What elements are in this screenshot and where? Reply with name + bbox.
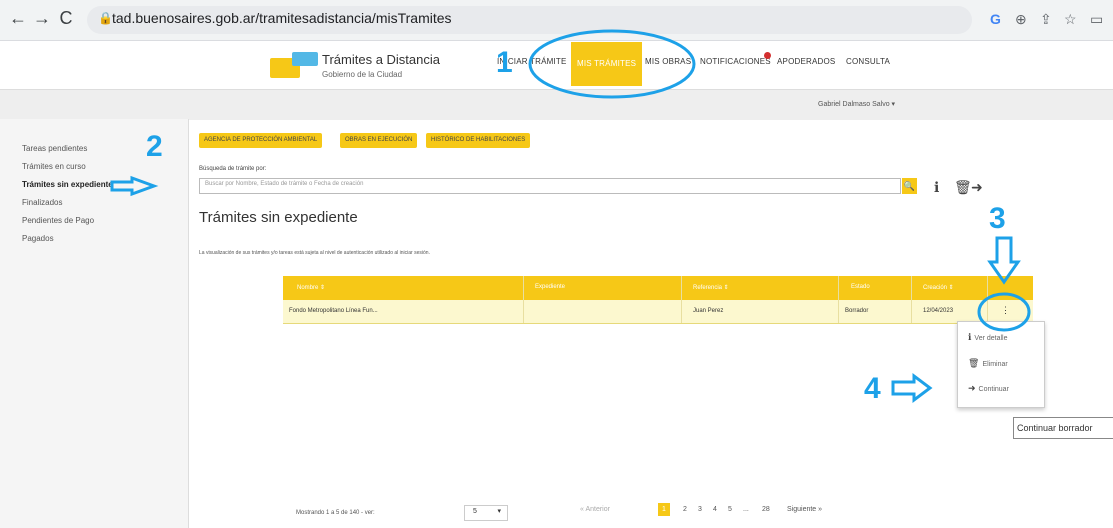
annotation-number-4: 4	[864, 372, 881, 405]
annotation-number-2: 2	[146, 130, 163, 163]
annotation-circle-mis-tramites	[528, 29, 696, 99]
annotation-arrow-sidebar	[110, 175, 159, 197]
annotation-arrow-continuar	[891, 373, 933, 403]
annotation-number-3: 3	[989, 202, 1006, 235]
annotation-number-1: 1	[496, 46, 513, 79]
annotation-overlay	[110, 29, 1031, 403]
annotation-arrow-down	[987, 236, 1021, 285]
annotation-circle-menu-button	[977, 292, 1031, 332]
